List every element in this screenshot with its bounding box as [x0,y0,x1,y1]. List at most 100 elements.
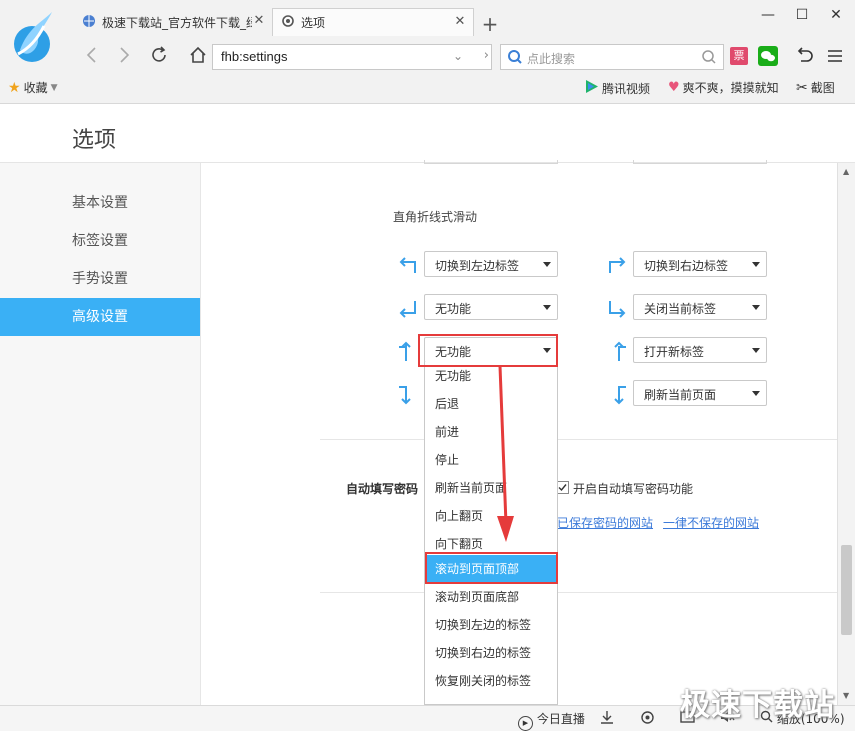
check-icon [558,484,567,492]
address-bar[interactable]: fhb:settings ⌄ › [212,44,492,70]
tab-title: 极速下载站_官方软件下载_绿 [102,15,252,30]
gesture-select-left-1[interactable]: 切换到左边标签 [424,251,558,277]
bookmark-label: 腾讯视频 [602,81,651,96]
arrow-left-down-icon [606,384,628,406]
caret-down-icon [543,262,551,267]
page-title: 选项 [72,128,117,153]
arrow-up-right-icon [606,298,628,320]
chevron-down-icon[interactable]: ⌄ [453,49,463,63]
browser-logo [8,8,56,68]
gesture-select-right-4[interactable]: 刷新当前页面 [633,380,767,406]
divider [320,439,837,440]
dropdown-option[interactable]: 向上翻页 [425,502,557,530]
caret-down-icon [752,348,760,353]
gesture-action-dropdown[interactable]: 无功能 后退 前进 停止 刷新当前页面 向上翻页 向下翻页 滚动到页面顶部 滚动… [424,362,558,705]
globe-icon [82,14,96,31]
screenshot-tool[interactable]: ✂ 截图 [796,79,835,96]
chevron-right-icon[interactable]: › [484,48,489,63]
autofill-checkbox-label[interactable]: 开启自动填写密码功能 [573,480,693,497]
tab-jisu-download[interactable]: 极速下载站_官方软件下载_绿 ✕ [76,8,272,36]
dropdown-option[interactable]: 滚动到页面底部 [425,583,557,611]
menu-icon[interactable] [826,47,844,68]
live-button[interactable]: ▶ 今日直播 [518,710,585,731]
minimize-button[interactable]: — [758,6,778,24]
gesture-select-left-2[interactable]: 无功能 [424,294,558,320]
select-value: 切换到左边标签 [435,259,520,273]
divider [320,592,837,593]
play-icon [584,79,599,97]
caret-down-icon [752,262,760,267]
dropdown-option[interactable]: 前进 [425,418,557,446]
sidebar-item-gestures[interactable]: 手势设置 [0,260,200,298]
favorites-menu[interactable]: ★ 收藏 ▼ [8,79,58,96]
caret-down-icon [752,305,760,310]
search-engine-icon[interactable] [507,49,523,68]
refresh-icon[interactable] [150,46,168,67]
wechat-icon[interactable] [758,46,778,66]
select-partial [424,160,558,164]
play-circle-icon: ▶ [518,716,533,731]
settings-icon[interactable] [640,710,655,728]
gesture-select-right-2[interactable]: 关闭当前标签 [633,294,767,320]
tab-close-icon[interactable]: ✕ [252,14,266,28]
dropdown-option[interactable]: 后退 [425,390,557,418]
ticket-icon[interactable]: 票 [730,47,748,65]
sidebar-item-advanced[interactable]: 高级设置 [0,298,200,336]
caret-down-icon [543,305,551,310]
bookmark-label: 截图 [810,81,835,95]
bookmark-tencent-video[interactable]: 腾讯视频 [584,79,650,97]
annotation-arrow-icon [494,365,518,549]
never-save-sites-link[interactable]: 一律不保存的网站 [663,514,759,531]
scroll-up-icon[interactable]: ▲ [843,167,849,176]
scissors-icon: ✂ [796,79,808,96]
undo-icon[interactable] [794,46,814,69]
forward-icon[interactable] [116,46,132,67]
settings-sidebar: 基本设置 标签设置 手势设置 高级设置 [0,163,201,705]
dropdown-option[interactable]: 切换到右边的标签 [425,639,557,667]
search-icon[interactable] [701,49,717,68]
select-value: 刷新当前页面 [644,388,717,402]
gesture-select-right-1[interactable]: 切换到右边标签 [633,251,767,277]
live-label: 今日直播 [536,712,585,726]
dropdown-option[interactable]: 恢复刚关闭的标签 [425,667,557,695]
maximize-button[interactable]: ☐ [792,6,812,24]
search-box[interactable]: 点此搜索 [500,44,724,70]
gesture-select-right-3[interactable]: 打开新标签 [633,337,767,363]
saved-passwords-link[interactable]: 已保存密码的网站 [557,514,653,531]
bookmark-touch[interactable]: ♥ 爽不爽，摸摸就知 [668,79,779,96]
dropdown-option[interactable]: 刷新当前页面 [425,474,557,502]
arrow-right-down-icon [397,384,419,406]
select-value: 关闭当前标签 [644,302,717,316]
arrow-right-up-icon [397,341,419,363]
download-icon[interactable] [600,710,614,727]
gear-icon [281,14,295,31]
sidebar-item-tabs[interactable]: 标签设置 [0,222,200,260]
arrow-down-left-icon [397,255,419,277]
page-scrollbar[interactable]: ▲ ▼ [837,163,855,705]
select-partial [633,160,767,164]
arrow-up-left-icon [397,298,419,320]
tab-title: 选项 [301,16,326,30]
dropdown-option[interactable]: 停止 [425,446,557,474]
caret-down-icon [752,391,760,396]
select-value: 无功能 [435,302,472,316]
watermark-logo: 极速下载站 [680,688,835,723]
tab-close-icon[interactable]: ✕ [453,15,467,29]
browser-chrome: 极速下载站_官方软件下载_绿 ✕ 选项 ✕ + — ☐ ✕ fhb:settin… [0,0,855,104]
back-icon[interactable] [84,46,100,67]
scrollbar-thumb[interactable] [841,545,852,635]
tab-settings[interactable]: 选项 ✕ [272,8,474,36]
scroll-down-icon[interactable]: ▼ [843,691,849,700]
arrow-down-right-icon [606,255,628,277]
sidebar-item-basic[interactable]: 基本设置 [0,184,200,222]
select-value: 打开新标签 [644,345,705,359]
search-placeholder[interactable]: 点此搜索 [527,50,575,67]
close-button[interactable]: ✕ [826,6,846,24]
bookmark-label: 爽不爽，摸摸就知 [682,81,779,95]
address-url[interactable]: fhb:settings [221,49,288,64]
dropdown-option[interactable]: 切换到左边的标签 [425,611,557,639]
new-tab-button[interactable]: + [480,12,500,36]
home-icon[interactable] [188,45,208,68]
page-header: 选项 [0,104,855,163]
caret-down-icon: ▼ [50,82,58,93]
